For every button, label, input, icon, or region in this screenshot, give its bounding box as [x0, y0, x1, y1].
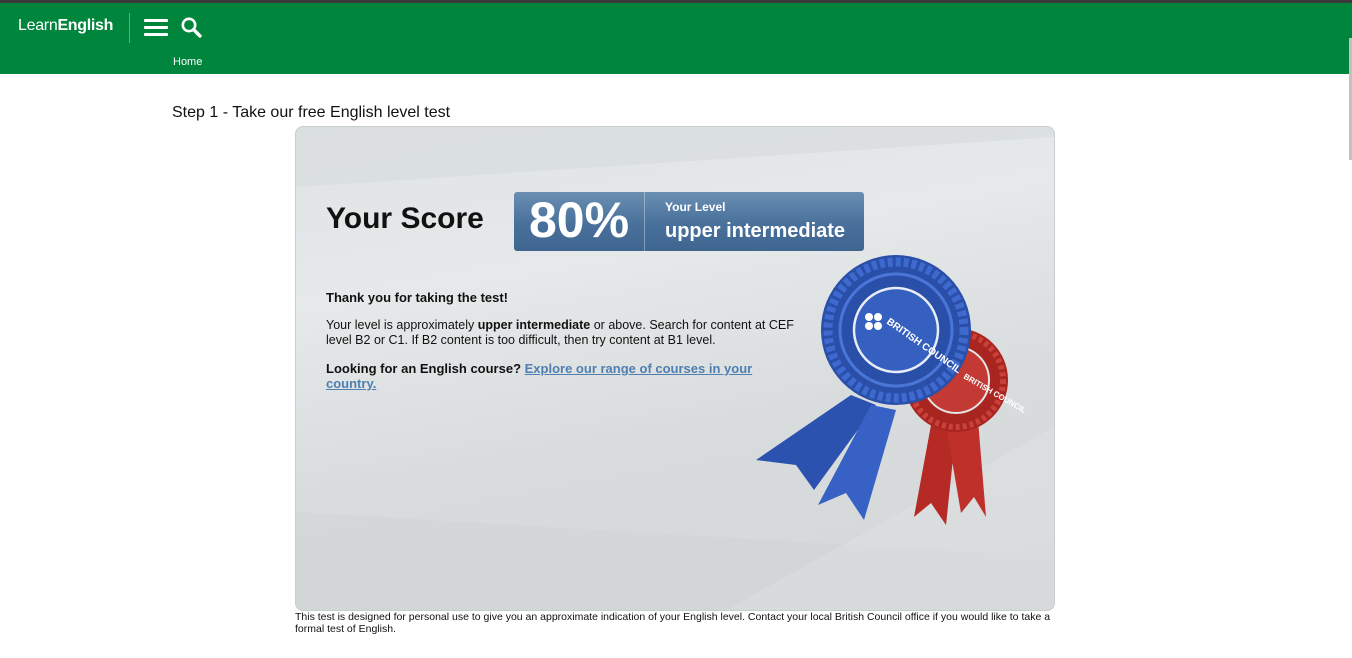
level-caption: Your Level	[665, 200, 726, 214]
level-text-prefix: Your level is approximately	[326, 318, 475, 332]
disclaimer-text: This test is designed for personal use t…	[295, 611, 1051, 635]
logo-text-bold: English	[57, 17, 114, 34]
score-percent: 80%	[528, 192, 630, 248]
score-separator	[644, 192, 645, 251]
result-panel: Your Score 80% Your Level upper intermed…	[295, 126, 1055, 611]
level-text-bold: upper intermediate	[477, 318, 591, 332]
score-box: 80% Your Level upper intermediate	[514, 192, 864, 251]
header-divider	[129, 13, 130, 43]
level-value: upper intermediate	[665, 220, 846, 242]
level-description: Your level is approximately upper interm…	[326, 318, 796, 348]
hamburger-menu-icon[interactable]	[144, 19, 168, 41]
breadcrumb-home-link[interactable]: Home	[173, 56, 202, 68]
course-promo: Looking for an English course? Explore o…	[326, 361, 766, 391]
logo-text-light: Learn	[18, 17, 58, 34]
thank-you-message: Thank you for taking the test!	[326, 290, 509, 305]
search-icon[interactable]	[180, 16, 204, 40]
site-header: LearnEnglish Home	[0, 3, 1352, 74]
course-prefix: Looking for an English course?	[326, 361, 522, 376]
rosette-award-icon: BRITISH COUNCIL BRITISH COUNCIL	[756, 255, 1026, 525]
page-title: Step 1 - Take our free English level tes…	[172, 104, 451, 121]
score-label: Your Score	[326, 202, 484, 235]
site-logo[interactable]: LearnEnglish	[18, 17, 113, 35]
